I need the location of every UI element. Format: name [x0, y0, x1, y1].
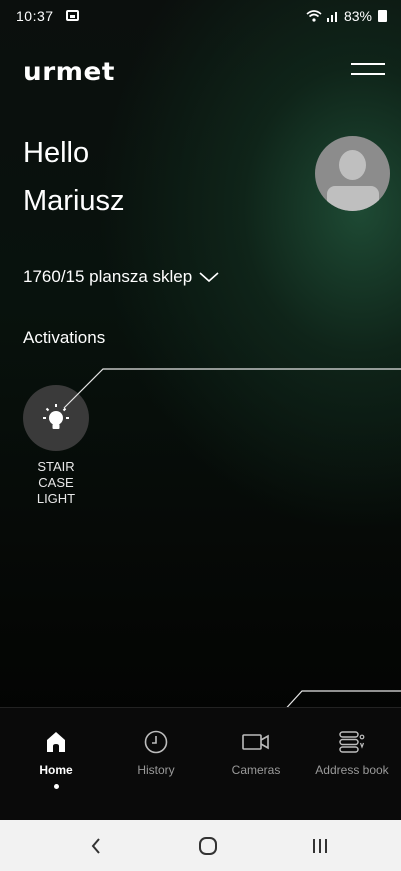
- hamburger-menu-button[interactable]: [351, 58, 385, 80]
- activation-label-line: CASE: [38, 475, 74, 490]
- nav-history[interactable]: History: [106, 727, 206, 777]
- gallery-notification-icon: [66, 10, 79, 21]
- nav-label: Home: [39, 763, 73, 777]
- recents-icon: [313, 839, 327, 853]
- avatar-body: [327, 186, 379, 211]
- menu-line: [351, 63, 385, 65]
- active-indicator-dot: [53, 784, 59, 789]
- activation-label: STAIR CASE LIGHT: [22, 459, 90, 507]
- activation-staircase-light[interactable]: STAIR CASE LIGHT: [22, 385, 90, 507]
- clock-icon: [144, 730, 168, 754]
- lightbulb-icon: [43, 404, 69, 429]
- chevron-down-icon: [199, 272, 219, 283]
- avatar-head: [339, 150, 366, 180]
- activation-label-line: LIGHT: [36, 491, 76, 506]
- activation-label-line: STAIR: [37, 459, 75, 474]
- home-rounded-square-icon: [199, 837, 217, 855]
- camera-icon: [242, 734, 269, 750]
- urmet-logo: urmet: [23, 57, 115, 86]
- menu-line: [351, 73, 385, 75]
- nav-address-book[interactable]: Address book: [302, 727, 401, 777]
- status-time: 10:37: [16, 8, 54, 24]
- nav-home[interactable]: Home: [6, 727, 106, 789]
- greeting-name: Mariusz: [23, 185, 125, 217]
- app-screen: 10:37 83% urmet Hello Mariusz 1760/15 pl…: [0, 0, 401, 871]
- status-bar: 10:37 83%: [0, 0, 401, 34]
- activation-circle: [23, 385, 89, 451]
- battery-percent: 83%: [343, 8, 372, 24]
- bottom-navigation: Home History Cameras Address book: [0, 707, 401, 821]
- activations-title: Activations: [23, 328, 106, 347]
- nav-label: Cameras: [231, 763, 281, 777]
- nav-label: Address book: [315, 763, 389, 777]
- home-system-button[interactable]: [178, 832, 238, 860]
- back-chevron-icon: [91, 838, 100, 854]
- battery-icon: [378, 10, 387, 22]
- nav-label: History: [137, 763, 175, 777]
- wifi-icon: [306, 10, 322, 22]
- greeting-hello: Hello: [23, 137, 90, 169]
- site-selector[interactable]: 1760/15 plansza sklep: [23, 267, 220, 287]
- status-right: 83%: [306, 8, 387, 24]
- back-button[interactable]: [66, 832, 126, 860]
- signal-icon: [326, 12, 337, 22]
- avatar[interactable]: [315, 136, 390, 211]
- recents-button[interactable]: [290, 832, 350, 860]
- address-book-icon: [339, 731, 365, 753]
- home-icon: [47, 732, 65, 752]
- site-name: 1760/15 plansza sklep: [23, 267, 193, 286]
- system-navigation-bar: [0, 820, 401, 871]
- nav-cameras[interactable]: Cameras: [206, 727, 306, 777]
